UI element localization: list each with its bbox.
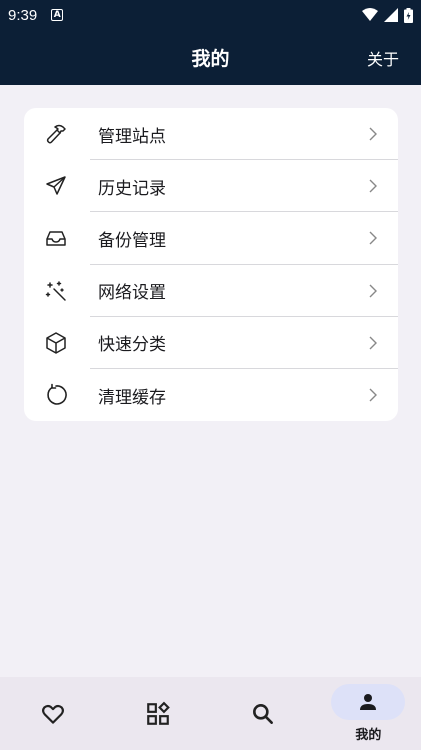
tab-favorites[interactable] — [0, 677, 105, 750]
sparkles-icon — [24, 279, 88, 303]
menu-item-label: 网络设置 — [98, 283, 166, 304]
status-icons — [362, 7, 413, 23]
chevron-right-icon — [369, 179, 377, 193]
menu-card: 管理站点 历史记录 备份管理 网络设置 快速分类 清理缓存 — [24, 108, 398, 421]
battery-icon — [404, 7, 413, 23]
notification-a-icon: A — [51, 9, 64, 21]
refresh-icon — [24, 383, 88, 407]
status-time: 9:39 — [8, 6, 38, 24]
active-tab-indicator — [331, 684, 406, 720]
menu-item-manage-sites[interactable]: 管理站点 — [24, 108, 398, 161]
inbox-icon — [24, 226, 88, 250]
menu-item-label: 快速分类 — [98, 335, 166, 356]
app-bar: 我的 关于 — [0, 30, 421, 85]
person-icon — [360, 694, 377, 710]
send-icon — [24, 174, 88, 198]
hammer-icon — [24, 122, 88, 146]
bottom-nav: 我的 — [0, 677, 421, 750]
wifi-icon — [362, 8, 378, 21]
chevron-right-icon — [369, 388, 377, 402]
signal-icon — [384, 8, 398, 22]
tab-label: 我的 — [355, 728, 382, 743]
tab-mine[interactable]: 我的 — [316, 677, 421, 750]
menu-item-quick-category[interactable]: 快速分类 — [24, 317, 398, 369]
about-button[interactable]: 关于 — [367, 30, 399, 85]
chevron-right-icon — [369, 127, 377, 141]
grid-icon — [147, 701, 170, 725]
tab-search[interactable] — [211, 677, 316, 750]
heart-icon — [41, 704, 64, 724]
menu-item-backup[interactable]: 备份管理 — [24, 212, 398, 265]
cube-icon — [24, 331, 88, 355]
chevron-right-icon — [369, 336, 377, 350]
menu-item-clear-cache[interactable]: 清理缓存 — [24, 369, 398, 421]
page-title: 我的 — [191, 48, 230, 70]
menu-item-history[interactable]: 历史记录 — [24, 160, 398, 213]
tab-categories[interactable] — [105, 677, 210, 750]
chevron-right-icon — [369, 231, 377, 245]
search-icon — [253, 703, 274, 724]
menu-item-label: 清理缓存 — [98, 387, 166, 408]
menu-item-label: 备份管理 — [98, 230, 166, 251]
menu-item-network[interactable]: 网络设置 — [24, 265, 398, 317]
menu-item-label: 历史记录 — [98, 178, 166, 199]
chevron-right-icon — [369, 284, 377, 298]
menu-item-label: 管理站点 — [98, 126, 166, 147]
status-bar: 9:39 A — [0, 0, 421, 30]
